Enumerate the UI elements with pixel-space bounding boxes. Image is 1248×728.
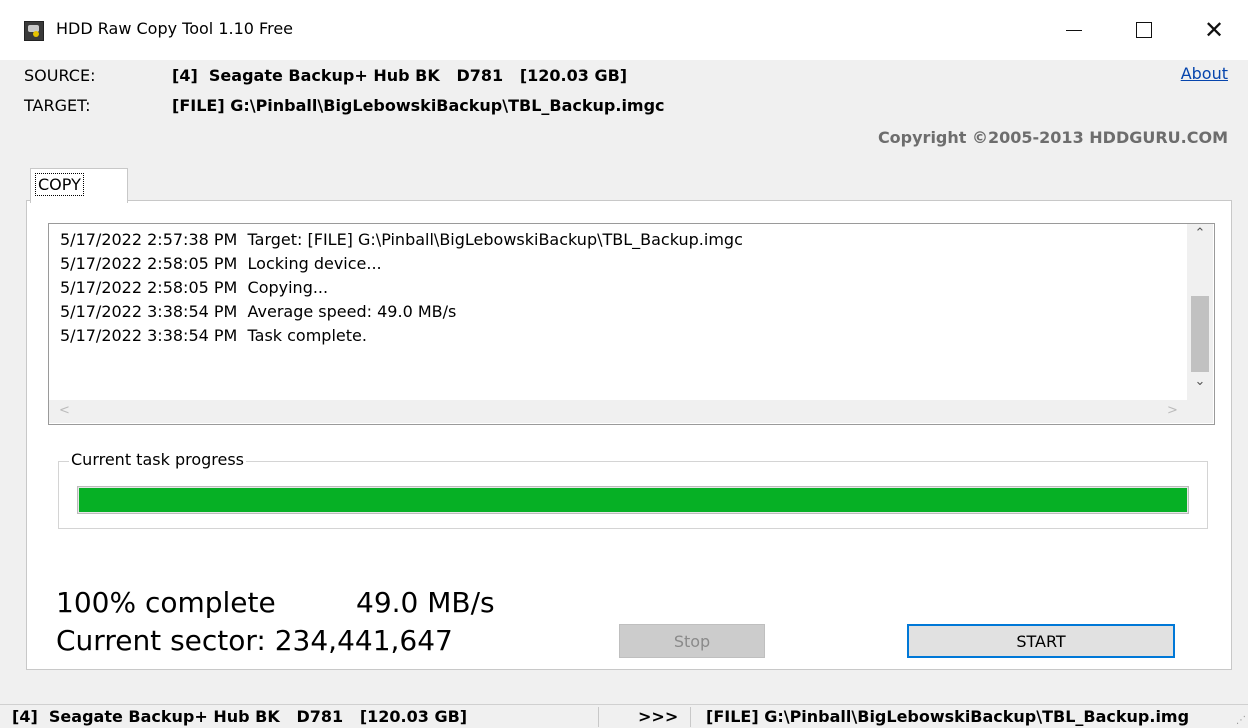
percent-complete: 100% complete bbox=[56, 586, 276, 619]
status-target: [FILE] G:\Pinball\BigLebowskiBackup\TBL_… bbox=[706, 707, 1190, 726]
horizontal-scrollbar[interactable]: < > bbox=[49, 400, 1187, 423]
chevron-left-icon[interactable]: < bbox=[59, 403, 70, 418]
chevron-right-icon[interactable]: > bbox=[1167, 403, 1178, 418]
log-listbox[interactable]: 5/17/2022 2:57:38 PM Target: [FILE] G:\P… bbox=[48, 223, 1215, 425]
tab-copy-label: COPY bbox=[35, 173, 84, 196]
log-line: 5/17/2022 2:58:05 PM Locking device... bbox=[60, 254, 382, 273]
progress-legend: Current task progress bbox=[69, 450, 247, 469]
speed-readout: 49.0 MB/s bbox=[356, 586, 495, 619]
window-title: HDD Raw Copy Tool 1.10 Free bbox=[56, 19, 293, 38]
target-label: TARGET: bbox=[24, 96, 91, 115]
status-separator bbox=[598, 707, 599, 727]
maximize-button[interactable] bbox=[1114, 0, 1174, 60]
close-button[interactable]: ✕ bbox=[1184, 0, 1244, 60]
copyright-text: Copyright ©2005-2013 HDDGURU.COM bbox=[877, 128, 1228, 147]
title-bar: HDD Raw Copy Tool 1.10 Free ✕ bbox=[0, 0, 1248, 60]
progress-group: Current task progress bbox=[58, 450, 1208, 529]
source-value: [4] Seagate Backup+ Hub BK D781 [120.03 … bbox=[172, 66, 628, 85]
start-button[interactable]: START bbox=[907, 624, 1175, 658]
source-label: SOURCE: bbox=[24, 66, 96, 85]
minimize-button[interactable] bbox=[1044, 0, 1104, 60]
log-lines: 5/17/2022 2:57:38 PM Target: [FILE] G:\P… bbox=[60, 228, 743, 348]
scroll-corner bbox=[1187, 400, 1213, 423]
status-source: [4] Seagate Backup+ Hub BK D781 [120.03 … bbox=[12, 707, 468, 726]
status-arrow: >>> bbox=[638, 707, 679, 726]
log-line: 5/17/2022 3:38:54 PM Task complete. bbox=[60, 326, 367, 345]
log-line: 5/17/2022 2:58:05 PM Copying... bbox=[60, 278, 329, 297]
log-line: 5/17/2022 2:57:38 PM Target: [FILE] G:\P… bbox=[60, 230, 743, 249]
status-bar: [4] Seagate Backup+ Hub BK D781 [120.03 … bbox=[0, 704, 1248, 728]
hdd-app-icon bbox=[24, 21, 44, 41]
maximize-icon bbox=[1136, 22, 1152, 38]
resize-grip-icon[interactable]: ⋰ bbox=[1236, 715, 1246, 726]
log-line: 5/17/2022 3:38:54 PM Average speed: 49.0… bbox=[60, 302, 457, 321]
target-value: [FILE] G:\Pinball\BigLebowskiBackup\TBL_… bbox=[172, 96, 665, 115]
minimize-icon bbox=[1066, 29, 1082, 31]
tab-copy[interactable]: COPY bbox=[30, 168, 128, 203]
progress-bar bbox=[77, 486, 1189, 514]
about-link[interactable]: About bbox=[1181, 64, 1228, 83]
status-separator bbox=[690, 707, 691, 727]
progress-fill bbox=[79, 488, 1187, 512]
vertical-scroll-thumb[interactable] bbox=[1191, 296, 1209, 372]
stop-button[interactable]: Stop bbox=[619, 624, 765, 658]
current-sector: Current sector: 234,441,647 bbox=[56, 624, 453, 657]
chevron-down-icon[interactable]: ⌄ bbox=[1187, 374, 1213, 396]
chevron-up-icon[interactable]: ⌃ bbox=[1187, 226, 1213, 248]
close-icon: ✕ bbox=[1203, 16, 1225, 44]
vertical-scrollbar[interactable]: ⌃ ⌄ bbox=[1187, 224, 1213, 400]
